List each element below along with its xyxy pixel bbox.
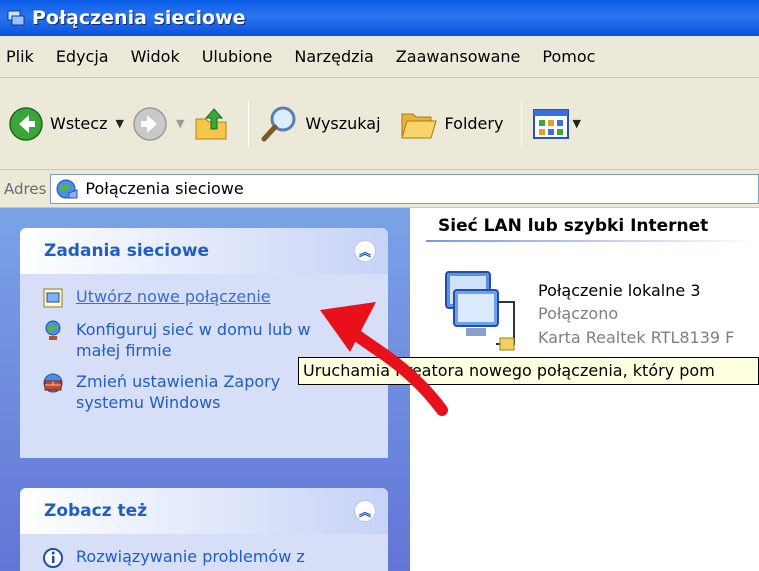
collapse-icon[interactable]: ︽: [354, 240, 376, 262]
views-dropdown-icon[interactable]: ▼: [572, 117, 580, 130]
menu-edit[interactable]: Edycja: [56, 47, 109, 66]
views-button[interactable]: ▼: [532, 102, 581, 146]
toolbar-separator: [521, 100, 523, 147]
menu-help[interactable]: Pomoc: [542, 47, 595, 66]
network-tasks-title: Zadania sieciowe: [44, 241, 210, 261]
folders-button[interactable]: Foldery: [399, 102, 504, 146]
task-pane: Zadania sieciowe ︽ Utwórz nowe połączeni…: [0, 208, 410, 571]
info-icon: [43, 548, 63, 568]
toolbar-separator: [248, 100, 250, 147]
address-label: Adres: [4, 179, 47, 198]
task-troubleshoot[interactable]: Rozwiązywanie problemów z: [42, 546, 378, 569]
folders-label: Foldery: [444, 114, 504, 133]
search-icon: [261, 106, 296, 141]
window-title: Połączenia sieciowe: [32, 7, 246, 29]
network-tasks-header[interactable]: Zadania sieciowe ︽: [20, 228, 388, 274]
up-folder-button[interactable]: [192, 102, 230, 146]
task-setup-home-network-label[interactable]: Konfiguruj sieć w domu lub w małej firmi…: [76, 319, 326, 361]
search-label: Wyszukaj: [305, 114, 381, 133]
connection-name[interactable]: Połączenie lokalne 3: [538, 281, 701, 300]
group-divider: [426, 240, 759, 242]
menu-tools[interactable]: Narzędzia: [294, 47, 373, 66]
up-folder-icon: [195, 107, 227, 139]
views-icon: [533, 108, 570, 139]
address-bar: Adres Połączenia sieciowe: [0, 170, 759, 208]
see-also-title: Zobacz też: [44, 501, 148, 521]
forward-arrow-icon: [133, 106, 167, 141]
connection-status: Połączono: [538, 304, 619, 323]
see-also-body: Rozwiązywanie problemów z: [20, 534, 388, 571]
home-network-icon: [45, 320, 61, 340]
menu-view[interactable]: Widok: [131, 47, 180, 66]
group-header: Sieć LAN lub szybki Internet: [438, 216, 709, 236]
lan-connection-icon[interactable]: [440, 266, 532, 352]
menu-bar: Plik Edycja Widok Ulubione Narzędzia Zaa…: [0, 36, 759, 78]
network-globe-icon: [56, 179, 78, 198]
see-also-header[interactable]: Zobacz też ︽: [20, 488, 388, 534]
network-connections-icon: [7, 10, 25, 26]
new-connection-icon: [43, 288, 63, 308]
connections-list: Sieć LAN lub szybki Internet Połączenie …: [410, 208, 759, 571]
connection-adapter: Karta Realtek RTL8139 F: [538, 328, 735, 347]
forward-dropdown-icon[interactable]: ▼: [176, 117, 184, 130]
task-troubleshoot-label[interactable]: Rozwiązywanie problemów z: [76, 546, 305, 567]
task-create-connection[interactable]: Utwórz nowe połączenie: [42, 286, 378, 309]
forward-button[interactable]: ▼: [132, 102, 184, 146]
task-setup-home-network[interactable]: Konfiguruj sieć w domu lub w małej firmi…: [42, 319, 378, 361]
see-also-panel: Zobacz też ︽ Rozwiązywanie problemów z: [20, 488, 388, 571]
back-button[interactable]: Wstecz ▼: [8, 102, 124, 146]
back-dropdown-icon[interactable]: ▼: [115, 117, 123, 130]
task-create-connection-label[interactable]: Utwórz nowe połączenie: [76, 286, 271, 307]
menu-favorites[interactable]: Ulubione: [202, 47, 273, 66]
menu-advanced[interactable]: Zaawansowane: [396, 47, 521, 66]
toolbar: Wstecz ▼ ▼ Wyszukaj Foldery ▼: [0, 78, 759, 170]
folders-icon: [400, 113, 437, 138]
tooltip: Uruchamia Kreatora nowego połączenia, kt…: [298, 357, 759, 385]
address-value: Połączenia sieciowe: [85, 179, 244, 198]
collapse-icon[interactable]: ︽: [354, 500, 376, 522]
network-tasks-panel: Zadania sieciowe ︽ Utwórz nowe połączeni…: [20, 228, 388, 458]
back-arrow-icon: [9, 106, 43, 141]
address-input[interactable]: Połączenia sieciowe: [50, 173, 759, 204]
firewall-icon: [43, 373, 63, 393]
back-label: Wstecz: [50, 114, 108, 133]
task-firewall-settings-label[interactable]: Zmień ustawienia Zapory systemu Windows: [76, 371, 316, 413]
menu-file[interactable]: Plik: [6, 47, 34, 66]
title-bar: Połączenia sieciowe: [0, 0, 759, 36]
search-button[interactable]: Wyszukaj: [259, 102, 381, 146]
